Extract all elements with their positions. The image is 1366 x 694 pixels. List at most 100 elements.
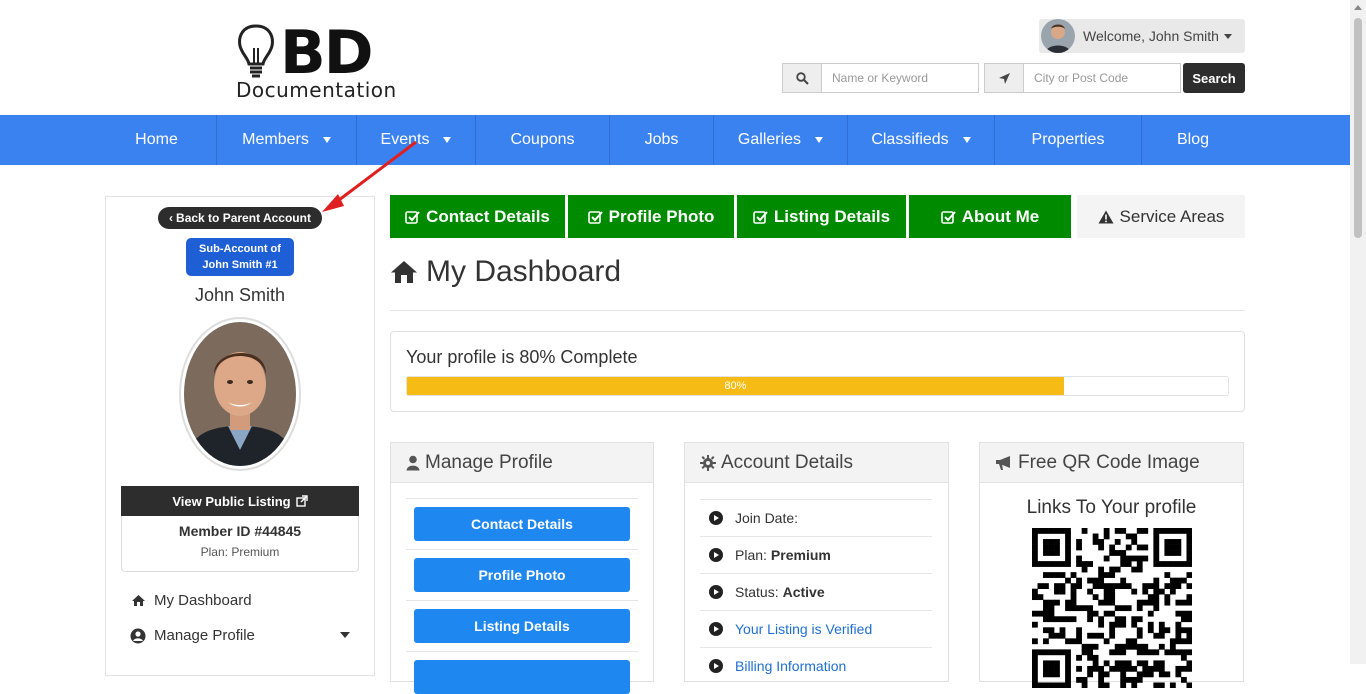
tab-service-areas[interactable]: Service Areas [1077, 195, 1245, 238]
row-value: Active [782, 584, 825, 600]
contact-details-button[interactable]: Contact Details [414, 507, 630, 541]
member-plan: Plan: Premium [200, 545, 280, 559]
manage-profile-panel: Manage Profile Contact Details Profile P… [390, 442, 654, 694]
divider [406, 651, 638, 652]
qr-module [1180, 561, 1187, 567]
qr-module [1043, 627, 1049, 634]
qr-module [1043, 572, 1049, 578]
panel-header: Free QR Code Image [980, 443, 1243, 483]
plan-row: Plan: Premium [700, 536, 932, 573]
qr-code-image[interactable] [1032, 528, 1193, 689]
qr-module [1059, 616, 1066, 623]
chevron-left-icon: ‹ [169, 211, 174, 225]
nav-item-blog[interactable]: Blog [1142, 115, 1244, 165]
qr-module [1032, 555, 1038, 562]
qr-module [1114, 566, 1121, 573]
qr-module [1125, 605, 1132, 612]
qr-module [1164, 594, 1171, 601]
qr-module [1065, 649, 1071, 656]
qr-module [1070, 599, 1077, 606]
qr-module [1092, 594, 1099, 601]
nav-item-events[interactable]: Events [357, 115, 476, 165]
view-public-listing-button[interactable]: View Public Listing [121, 486, 359, 516]
tab-about-me[interactable]: About Me [909, 195, 1071, 238]
qr-module [1059, 583, 1066, 589]
nav-item-galleries[interactable]: Galleries [714, 115, 848, 165]
chevron-down-icon[interactable] [340, 632, 350, 638]
qr-module [1109, 665, 1116, 672]
qr-module [1048, 665, 1055, 672]
qr-module [1169, 638, 1176, 645]
qr-module [1164, 544, 1171, 551]
nav-item-jobs[interactable]: Jobs [610, 115, 714, 165]
qr-module [1065, 533, 1071, 540]
qr-module [1153, 682, 1160, 689]
search-button[interactable]: Search [1183, 63, 1245, 93]
tab-contact-details[interactable]: Contact Details [390, 195, 565, 238]
qr-module [1164, 649, 1171, 656]
nav-item-home[interactable]: Home [97, 115, 217, 165]
qr-module [1092, 539, 1099, 545]
scroll-up-icon[interactable] [1354, 5, 1362, 10]
qr-module [1103, 594, 1110, 601]
qr-module [1153, 665, 1160, 672]
qr-module [1147, 671, 1154, 678]
sidebar-item-my-dashboard[interactable]: My Dashboard [129, 592, 252, 609]
qr-module [1169, 539, 1176, 545]
site-logo[interactable]: BD Documentation [236, 18, 406, 102]
qr-module [1109, 594, 1116, 601]
qr-module [1092, 610, 1099, 617]
row-value: Premium [770, 547, 831, 563]
qr-module [1065, 561, 1071, 567]
qr-module [1153, 660, 1160, 667]
qr-module [1032, 660, 1038, 667]
qr-module [1136, 627, 1143, 634]
qr-module [1131, 539, 1138, 545]
qr-module [1180, 528, 1187, 534]
nav-item-members[interactable]: Members [217, 115, 357, 165]
qr-module [1081, 682, 1088, 689]
qr-module [1175, 539, 1182, 545]
nav-item-classifieds[interactable]: Classifieds [848, 115, 995, 165]
qr-module [1109, 610, 1116, 617]
member-name: John Smith [194, 285, 286, 305]
profile-photo-button[interactable]: Profile Photo [414, 558, 630, 592]
back-to-parent-button[interactable]: ‹ Back to Parent Account [158, 207, 322, 229]
scroll-thumb[interactable] [1354, 18, 1362, 238]
billing-information-link[interactable]: Billing Information [735, 658, 846, 674]
page-scrollbar[interactable] [1350, 0, 1366, 664]
qr-module [1169, 583, 1176, 589]
qr-module [1164, 539, 1171, 545]
qr-module [1087, 561, 1093, 567]
logo-wordmark: Documentation [236, 78, 397, 102]
qr-module [1076, 632, 1082, 639]
qr-module [1186, 550, 1193, 556]
qr-module [1120, 605, 1127, 612]
nav-item-properties[interactable]: Properties [995, 115, 1142, 165]
qr-module [1048, 610, 1055, 617]
nav-label: Jobs [644, 131, 679, 148]
tab-profile-photo[interactable]: Profile Photo [568, 195, 734, 238]
qr-module [1142, 528, 1149, 534]
qr-module [1048, 561, 1055, 567]
qr-module [1054, 528, 1060, 534]
qr-module [1131, 566, 1138, 573]
row-label: Status: [735, 584, 779, 600]
nav-label: Properties [1031, 131, 1105, 148]
listing-details-button[interactable]: Listing Details [414, 609, 630, 643]
qr-module [1142, 671, 1149, 678]
qr-module [1175, 577, 1182, 584]
listing-verified-link[interactable]: Your Listing is Verified [735, 621, 872, 637]
keyword-input[interactable]: Name or Keyword [822, 63, 979, 93]
user-menu[interactable]: Welcome, John Smith [1039, 19, 1245, 53]
qr-module [1043, 649, 1049, 656]
qr-module [1186, 599, 1193, 606]
location-input[interactable]: City or Post Code [1024, 63, 1181, 93]
more-button[interactable] [414, 660, 630, 694]
qr-module [1065, 665, 1071, 672]
sidebar-item-manage-profile[interactable]: Manage Profile [129, 627, 255, 644]
nav-label: Home [135, 131, 178, 148]
qr-module [1054, 544, 1060, 551]
tab-listing-details[interactable]: Listing Details [737, 195, 906, 238]
nav-item-coupons[interactable]: Coupons [476, 115, 610, 165]
